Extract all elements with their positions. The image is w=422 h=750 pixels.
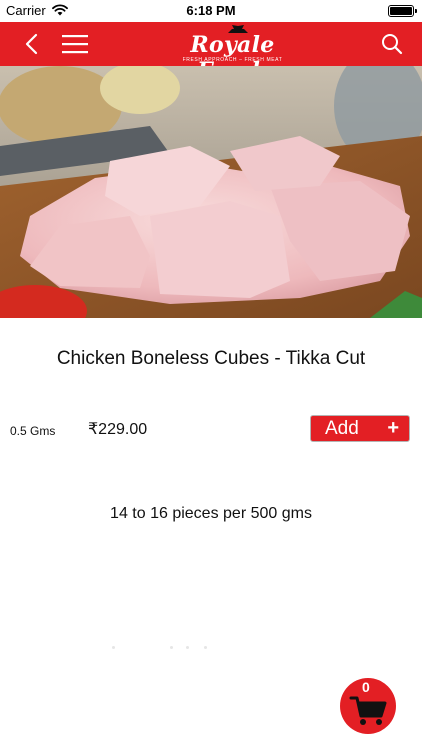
product-title: Chicken Boneless Cubes - Tikka Cut (56, 348, 366, 369)
search-icon[interactable] (380, 32, 404, 56)
cart-button[interactable]: 0 (340, 678, 396, 734)
page-dot (204, 646, 207, 649)
hamburger-menu-icon[interactable] (60, 32, 90, 56)
header-bar: Royale Fresh FRESH APPROACH – FRESH MEAT (0, 22, 422, 84)
page-dot (186, 646, 189, 649)
clock: 6:18 PM (186, 3, 236, 18)
price-label: ₹229.00 (88, 421, 148, 438)
status-bar: Carrier 6:18 PM (0, 0, 422, 22)
page-dot (112, 646, 115, 649)
plus-icon: + (387, 417, 399, 439)
product-description: 14 to 16 pieces per 500 gms (110, 505, 312, 522)
chevron-left-icon[interactable] (20, 31, 46, 57)
chicken-cubes-photo (0, 66, 422, 318)
cart-count-badge: 0 (362, 679, 370, 695)
add-button-label: Add (325, 418, 359, 439)
page-dot (170, 646, 173, 649)
page-indicator (112, 646, 212, 650)
shopping-cart-icon (349, 696, 387, 725)
product-image (0, 66, 422, 318)
battery-icon (388, 5, 417, 17)
add-to-cart-button[interactable]: Add + (310, 415, 410, 442)
brand-logo: Royale Fresh FRESH APPROACH – FRESH MEAT (160, 24, 305, 84)
weight-label: 0.5 Gms (10, 424, 56, 438)
logo-tagline: FRESH APPROACH – FRESH MEAT (182, 57, 283, 63)
